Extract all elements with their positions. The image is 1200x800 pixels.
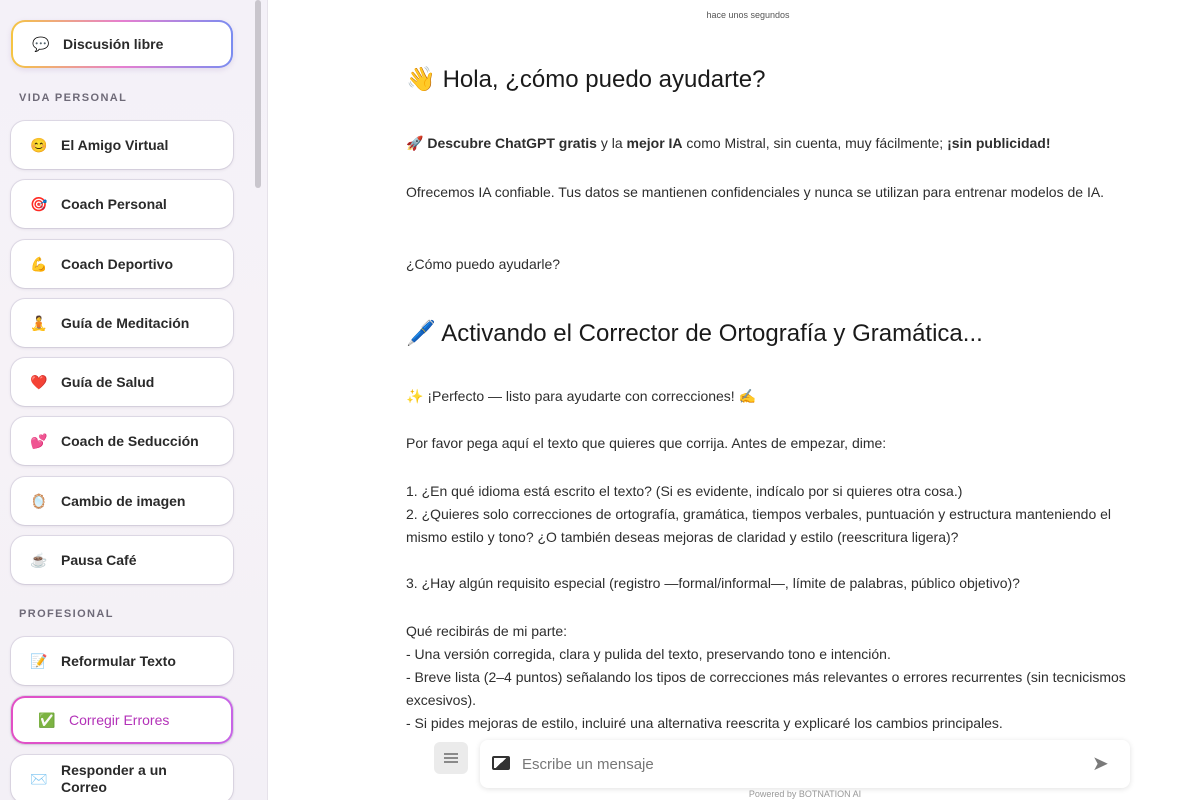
please-paragraph: Por favor pega aquí el texto que quieres… — [406, 435, 887, 451]
sidebar-scrollbar[interactable] — [255, 0, 263, 800]
check-mark-icon: ✅ — [38, 711, 56, 728]
message-timestamp: hace unos segundos — [706, 10, 790, 20]
sidebar-item-label: Guía de Meditación — [61, 315, 190, 331]
message-input[interactable] — [522, 752, 1082, 776]
scroll-thumb[interactable] — [255, 0, 261, 188]
envelope-icon: ✉️ — [30, 770, 48, 787]
section-label-personal: VIDA PERSONAL — [19, 92, 128, 104]
corrector-heading-text: Activando el Corrector de Ortografía y G… — [441, 320, 983, 347]
image-upload-icon[interactable] — [492, 756, 510, 770]
sidebar-item-label: Guía de Salud — [61, 374, 155, 390]
sidebar-item-label: Coach Personal — [61, 196, 167, 212]
question-1: 1. ¿En qué idioma está escrito el texto?… — [406, 483, 963, 499]
hamburger-icon — [444, 757, 458, 759]
sidebar-item-label: Coach Deportivo — [61, 256, 174, 272]
greeting-heading: 👋 Hola, ¿cómo puedo ayudarte? — [406, 66, 766, 93]
chat-area: hace unos segundos 👋 Hola, ¿cómo puedo a… — [268, 0, 1200, 800]
sidebar-item-guia-meditacion[interactable]: 🧘 Guía de Meditación — [11, 299, 233, 347]
trust-paragraph: Ofrecemos IA confiable. Tus datos se man… — [406, 184, 1105, 200]
receive-item-3: - Si pides mejoras de estilo, incluiré u… — [406, 715, 1003, 731]
sidebar-item-coach-personal[interactable]: 🎯 Coach Personal — [11, 180, 233, 228]
sidebar-item-responder-correo[interactable]: ✉️ Responder a un Correo — [11, 755, 233, 800]
corrector-heading: 🖊️ Activando el Corrector de Ortografía … — [406, 320, 983, 347]
question-2: 2. ¿Quieres solo correcciones de ortogra… — [406, 506, 1112, 545]
sidebar-item-label: Discusión libre — [63, 36, 164, 52]
coffee-icon: ☕ — [30, 551, 48, 568]
smile-icon: 😊 — [30, 136, 48, 153]
heart-icon: ❤️ — [30, 373, 48, 390]
sidebar-item-guia-salud[interactable]: ❤️ Guía de Salud — [11, 358, 233, 406]
sidebar-item-cambio-imagen[interactable]: 🪞 Cambio de imagen — [11, 477, 233, 525]
message-composer: ➤ — [480, 740, 1130, 788]
send-icon[interactable]: ➤ — [1092, 754, 1118, 774]
sidebar-item-label: Coach de Seducción — [61, 433, 199, 449]
intro-paragraph: 🚀 Descubre ChatGPT gratis y la mejor IA … — [406, 132, 1146, 155]
receive-title: Qué recibirás de mi parte: — [406, 623, 568, 639]
sidebar-list: 💬 Discusión libre VIDA PERSONAL 😊 El Ami… — [0, 0, 252, 800]
receive-item-1: - Una versión corregida, clara y pulida … — [406, 646, 891, 662]
sidebar-item-corregir-errores[interactable]: ✅ Corregir Errores — [11, 696, 233, 744]
two-hearts-icon: 💕 — [30, 432, 48, 449]
sidebar-item-label: Pausa Café — [61, 552, 137, 568]
sidebar-item-amigo-virtual[interactable]: 😊 El Amigo Virtual — [11, 121, 233, 169]
meditation-icon: 🧘 — [30, 314, 48, 331]
sidebar-item-reformular-texto[interactable]: 📝 Reformular Texto — [11, 637, 233, 685]
wave-icon: 👋 — [406, 66, 436, 93]
intro-bold-chatgpt: Descubre ChatGPT gratis — [427, 135, 597, 151]
muscle-icon: 💪 — [30, 255, 48, 272]
intro-text: como Mistral, sin cuenta, muy fácilmente… — [682, 135, 948, 151]
receive-item-2: - Breve lista (2–4 puntos) señalando los… — [406, 669, 1126, 708]
memo-icon: 📝 — [30, 652, 48, 669]
sidebar-item-pausa-cafe[interactable]: ☕ Pausa Café — [11, 536, 233, 584]
pen-icon: 🖊️ — [406, 320, 436, 347]
sidebar-item-coach-deportivo[interactable]: 💪 Coach Deportivo — [11, 240, 233, 288]
perfect-paragraph: ✨ ¡Perfecto — listo para ayudarte con co… — [406, 388, 757, 404]
sidebar-item-label: Corregir Errores — [69, 712, 170, 728]
sidebar-item-label: Reformular Texto — [61, 653, 176, 669]
intro-bold-no-ads: ¡sin publicidad! — [947, 135, 1051, 151]
intro-bold-ia: mejor IA — [626, 135, 683, 151]
sidebar-item-label: Cambio de imagen — [61, 493, 186, 509]
greeting-text: Hola, ¿cómo puedo ayudarte? — [442, 66, 766, 93]
section-label-profesional: PROFESIONAL — [19, 608, 114, 620]
question-3: 3. ¿Hay algún requisito especial (regist… — [406, 575, 1020, 591]
sidebar-item-label: Responder a un Correo — [61, 762, 167, 795]
target-icon: 🎯 — [30, 195, 48, 212]
menu-button[interactable] — [434, 742, 468, 774]
rocket-icon: 🚀 — [406, 135, 424, 151]
speech-bubble-icon: 💬 — [32, 35, 50, 52]
intro-text: y la — [596, 135, 627, 151]
ask-paragraph: ¿Cómo puedo ayudarle? — [406, 256, 561, 272]
sidebar: 💬 Discusión libre VIDA PERSONAL 😊 El Ami… — [0, 0, 268, 800]
sidebar-item-label: El Amigo Virtual — [61, 137, 169, 153]
mirror-icon: 🪞 — [30, 492, 48, 509]
sidebar-item-coach-seduccion[interactable]: 💕 Coach de Seducción — [11, 417, 233, 465]
sidebar-item-discusion-libre[interactable]: 💬 Discusión libre — [11, 20, 233, 68]
powered-by-footer: Powered by BOTNATION AI — [748, 789, 862, 799]
